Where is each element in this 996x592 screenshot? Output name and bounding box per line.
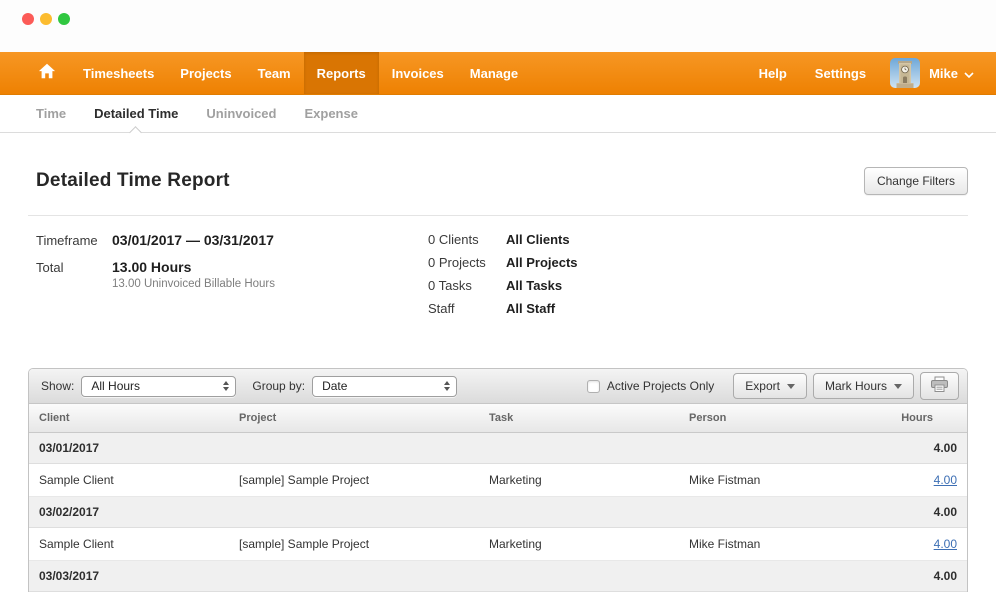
show-select-value: All Hours [91, 379, 140, 393]
staff-label: Staff [428, 301, 506, 316]
home-icon [38, 62, 56, 85]
entry-project: [sample] Sample Project [229, 528, 479, 561]
filter-row-staff: Staff All Staff [428, 301, 578, 316]
table-group-row: 03/03/20174.00 [29, 561, 967, 592]
subnav-tab-expense[interactable]: Expense [290, 95, 371, 132]
filter-summary: 0 Clients All Clients 0 Projects All Pro… [428, 232, 578, 324]
clients-count: 0 Clients [428, 232, 506, 247]
total-label: Total [36, 259, 112, 290]
table-entry-row: Sample Client[sample] Sample ProjectMark… [29, 528, 967, 561]
settings-link[interactable]: Settings [801, 66, 880, 81]
select-stepper-icon [223, 381, 229, 391]
chevron-down-icon [964, 66, 974, 81]
group-hours-total: 4.00 [859, 561, 967, 592]
export-label: Export [745, 379, 780, 393]
total-subtext: 13.00 Uninvoiced Billable Hours [112, 278, 275, 290]
table-header-row: Client Project Task Person Hours [29, 404, 967, 433]
report-summary: Timeframe 03/01/2017 — 03/31/2017 Total … [28, 216, 968, 368]
close-window-button[interactable] [22, 13, 34, 25]
column-header-project[interactable]: Project [229, 404, 479, 433]
select-stepper-icon [444, 381, 450, 391]
print-button[interactable] [920, 372, 959, 400]
caret-down-icon [894, 384, 902, 389]
user-name: Mike [929, 66, 958, 81]
active-projects-checkbox[interactable] [587, 380, 600, 393]
filter-row-projects: 0 Projects All Projects [428, 255, 578, 270]
tasks-count: 0 Tasks [428, 278, 506, 293]
window-titlebar [0, 0, 996, 52]
caret-down-icon [787, 384, 795, 389]
group-date: 03/03/2017 [29, 561, 859, 592]
table-toolbar: Show: All Hours Group by: Date Active Pr… [29, 369, 967, 404]
main-nav: Timesheets Projects Team Reports Invoice… [0, 52, 996, 95]
title-row: Detailed Time Report Change Filters [28, 133, 968, 216]
table-body: 03/01/20174.00Sample Client[sample] Samp… [29, 433, 967, 592]
entry-client: Sample Client [29, 528, 229, 561]
table-group-row: 03/01/20174.00 [29, 433, 967, 464]
nav-right-group: Help Settings Mike [745, 52, 996, 94]
show-select[interactable]: All Hours [81, 376, 236, 397]
entry-hours-link[interactable]: 4.00 [934, 473, 957, 487]
clients-value: All Clients [506, 232, 570, 247]
entry-hours-cell: 4.00 [859, 464, 967, 497]
nav-item-reports[interactable]: Reports [304, 52, 379, 94]
mark-hours-label: Mark Hours [825, 379, 887, 393]
nav-item-projects[interactable]: Projects [167, 52, 244, 94]
total-value: 13.00 Hours 13.00 Uninvoiced Billable Ho… [112, 259, 275, 290]
entry-project: [sample] Sample Project [229, 464, 479, 497]
active-projects-label[interactable]: Active Projects Only [607, 379, 714, 393]
entry-task: Marketing [479, 528, 679, 561]
group-hours-total: 4.00 [859, 433, 967, 464]
total-hours: 13.00 Hours [112, 259, 191, 275]
nav-item-team[interactable]: Team [245, 52, 304, 94]
group-by-select[interactable]: Date [312, 376, 457, 397]
column-header-hours[interactable]: Hours [859, 404, 967, 433]
minimize-window-button[interactable] [40, 13, 52, 25]
entry-client: Sample Client [29, 464, 229, 497]
zoom-window-button[interactable] [58, 13, 70, 25]
mark-hours-button[interactable]: Mark Hours [813, 373, 914, 399]
entry-task: Marketing [479, 464, 679, 497]
nav-item-timesheets[interactable]: Timesheets [70, 52, 167, 94]
entry-hours-link[interactable]: 4.00 [934, 537, 957, 551]
table-entry-row: Sample Client[sample] Sample ProjectMark… [29, 464, 967, 497]
home-button[interactable] [24, 52, 70, 94]
column-header-task[interactable]: Task [479, 404, 679, 433]
filter-row-tasks: 0 Tasks All Tasks [428, 278, 578, 293]
filter-row-clients: 0 Clients All Clients [428, 232, 578, 247]
entry-hours-cell: 4.00 [859, 528, 967, 561]
detailed-time-table: Client Project Task Person Hours 03/01/2… [29, 404, 967, 592]
tasks-value: All Tasks [506, 278, 562, 293]
nav-item-invoices[interactable]: Invoices [379, 52, 457, 94]
group-date: 03/02/2017 [29, 497, 859, 528]
group-by-select-value: Date [322, 379, 347, 393]
entry-person: Mike Fistman [679, 528, 859, 561]
column-header-client[interactable]: Client [29, 404, 229, 433]
group-date: 03/01/2017 [29, 433, 859, 464]
projects-value: All Projects [506, 255, 578, 270]
subnav-tab-detailed-time[interactable]: Detailed Time [80, 95, 192, 132]
entry-person: Mike Fistman [679, 464, 859, 497]
projects-count: 0 Projects [428, 255, 506, 270]
user-menu[interactable]: Mike [929, 66, 978, 81]
group-hours-total: 4.00 [859, 497, 967, 528]
page-title: Detailed Time Report [36, 170, 230, 192]
report-table-container: Show: All Hours Group by: Date Active Pr… [28, 368, 968, 592]
subnav-tab-uninvoiced[interactable]: Uninvoiced [192, 95, 290, 132]
report-sub-nav: Time Detailed Time Uninvoiced Expense [0, 95, 996, 133]
help-link[interactable]: Help [745, 66, 801, 81]
printer-icon [930, 376, 949, 396]
timeframe-value: 03/01/2017 — 03/31/2017 [112, 232, 274, 248]
column-header-person[interactable]: Person [679, 404, 859, 433]
show-label: Show: [41, 379, 74, 393]
table-group-row: 03/02/20174.00 [29, 497, 967, 528]
staff-value: All Staff [506, 301, 555, 316]
nav-item-manage[interactable]: Manage [457, 52, 531, 94]
group-by-label: Group by: [252, 379, 305, 393]
export-button[interactable]: Export [733, 373, 807, 399]
subnav-tab-time[interactable]: Time [22, 95, 80, 132]
timeframe-label: Timeframe [36, 232, 112, 248]
avatar[interactable] [890, 58, 920, 88]
change-filters-button[interactable]: Change Filters [864, 167, 968, 195]
